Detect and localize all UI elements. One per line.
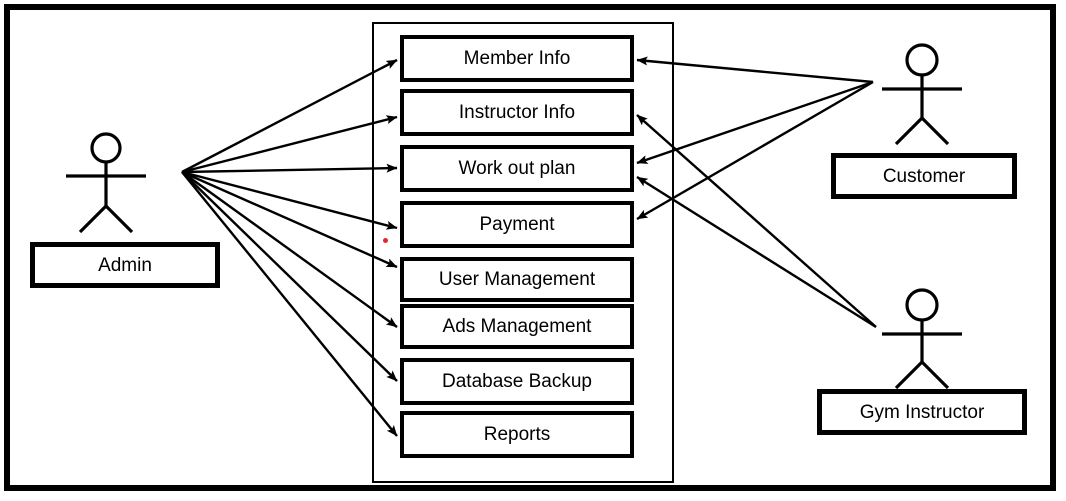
use-case-label: Work out plan xyxy=(458,158,576,179)
use-case-label: User Management xyxy=(438,269,596,290)
use-case-ads-management[interactable]: Ads Management xyxy=(400,304,634,349)
actor-label: Admin xyxy=(98,254,152,276)
actor-gym-instructor[interactable]: Gym Instructor xyxy=(811,284,1035,435)
use-case-diagram: Member Info Instructor Info Work out plan P… xyxy=(0,0,1066,501)
actor-name-box-gym-instructor[interactable]: Gym Instructor xyxy=(817,389,1027,435)
use-case-label: Instructor Info xyxy=(458,102,576,123)
actor-label: Customer xyxy=(882,165,966,187)
actor-admin[interactable]: Admin xyxy=(24,128,228,288)
use-case-label: Ads Management xyxy=(442,316,592,337)
use-case-reports[interactable]: Reports xyxy=(400,411,634,458)
actor-stick-figure-icon xyxy=(882,288,962,390)
use-case-label: Reports xyxy=(483,424,551,445)
use-case-payment[interactable]: Payment xyxy=(400,201,634,248)
use-case-label: Database Backup xyxy=(442,371,592,392)
use-case-database-backup[interactable]: Database Backup xyxy=(400,358,634,405)
use-case-instructor-info[interactable]: Instructor Info xyxy=(400,89,634,136)
actor-label: Gym Instructor xyxy=(859,401,985,423)
actor-stick-figure-icon xyxy=(882,43,962,146)
use-case-work-out-plan[interactable]: Work out plan xyxy=(400,145,634,192)
annotation-dot-marker xyxy=(383,238,388,243)
use-case-user-management[interactable]: User Management xyxy=(400,257,634,302)
use-case-label: Member Info xyxy=(463,48,571,69)
use-case-member-info[interactable]: Member Info xyxy=(400,35,634,82)
use-case-label: Payment xyxy=(479,214,555,235)
actor-stick-figure-icon xyxy=(66,132,146,234)
actor-name-box-admin[interactable]: Admin xyxy=(30,242,220,288)
actor-name-box-customer[interactable]: Customer xyxy=(831,153,1017,199)
actor-customer[interactable]: Customer xyxy=(825,39,1025,199)
